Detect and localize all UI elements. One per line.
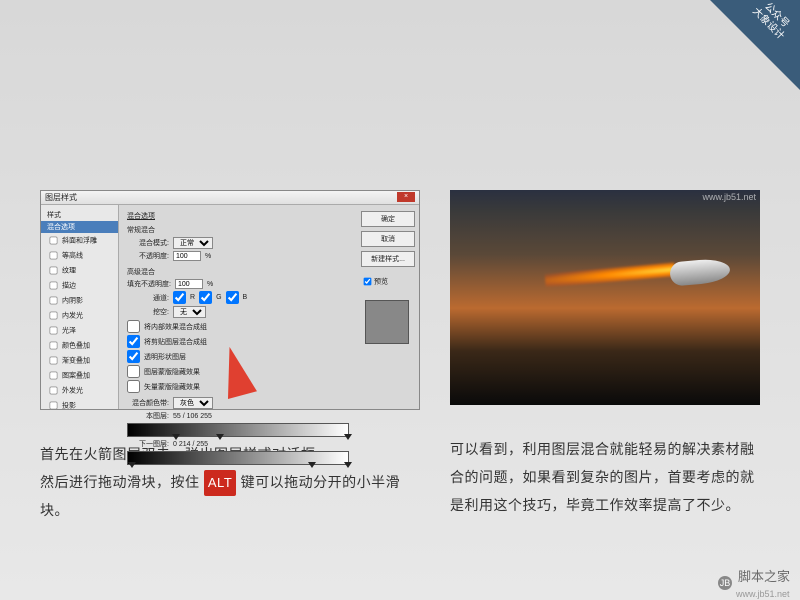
footer-url: www.jb51.net [736, 589, 790, 599]
cb1[interactable] [127, 320, 140, 333]
opacity-label: 不透明度: [127, 251, 169, 261]
section-general: 常规混合 [127, 225, 349, 235]
new-style-button[interactable]: 新建样式... [361, 251, 415, 267]
preview-swatch [365, 300, 409, 344]
cb5[interactable] [127, 380, 140, 393]
dialog-sidebar: 样式 混合选项 斜面和浮雕 等高线 纹理 描边 内阴影 内发光 光泽 颜色叠加 … [41, 205, 119, 409]
close-icon[interactable]: × [397, 192, 415, 202]
sidebar-item[interactable]: 等高线 [41, 248, 118, 263]
photo-watermark: www.jb51.net [702, 192, 756, 202]
sidebar-item[interactable]: 颜色叠加 [41, 338, 118, 353]
ok-button[interactable]: 确定 [361, 211, 415, 227]
this-layer-vals: 55 / 106 255 [173, 413, 212, 420]
sidebar-header: 样式 [41, 209, 118, 221]
sidebar-item[interactable]: 外发光 [41, 383, 118, 398]
fill-label: 填充不透明度: [127, 279, 171, 289]
footer-name: 脚本之家 [738, 569, 790, 584]
rocket-icon [669, 257, 731, 286]
blendif-label: 混合颜色带: [127, 398, 169, 408]
cancel-button[interactable]: 取消 [361, 231, 415, 247]
knockout-select[interactable]: 无 [173, 306, 206, 318]
footer-logo-icon: JB [718, 576, 732, 590]
opacity-input[interactable] [173, 251, 201, 261]
sidebar-item[interactable]: 描边 [41, 278, 118, 293]
right-caption: 可以看到，利用图层混合就能轻易的解决素材融合的问题，如果看到复杂的图片，首要考虑… [450, 435, 760, 519]
channel-b[interactable] [226, 291, 239, 304]
knockout-label: 挖空: [127, 307, 169, 317]
sidebar-item[interactable]: 渐变叠加 [41, 353, 118, 368]
sidebar-item[interactable]: 内发光 [41, 308, 118, 323]
result-photo: www.jb51.net [450, 190, 760, 405]
channels-label: 通道: [127, 293, 169, 303]
mode-select[interactable]: 正常 [173, 237, 213, 249]
dialog-title: 图层样式 [45, 192, 77, 203]
under-layer-slider[interactable] [127, 451, 349, 465]
footer: JB 脚本之家 www.jb51.net [718, 566, 790, 600]
under-layer-vals: 0 214 / 255 [173, 441, 208, 448]
channel-g[interactable] [199, 291, 212, 304]
this-layer-label: 本图层: [127, 411, 169, 421]
cb4[interactable] [127, 365, 140, 378]
sidebar-item[interactable]: 投影 [41, 398, 118, 413]
sidebar-item[interactable]: 纹理 [41, 263, 118, 278]
alt-key-badge: ALT [204, 470, 236, 496]
cb3[interactable] [127, 350, 140, 363]
this-layer-slider[interactable] [127, 423, 349, 437]
layer-style-dialog: 图层样式 × 样式 混合选项 斜面和浮雕 等高线 纹理 描边 内阴影 内发光 光… [40, 190, 420, 410]
sidebar-item[interactable]: 斜面和浮雕 [41, 233, 118, 248]
cb2[interactable] [127, 335, 140, 348]
preview-checkbox[interactable] [364, 278, 372, 286]
under-layer-label: 下一图层: [127, 439, 169, 449]
section-advanced: 高级混合 [127, 267, 349, 277]
sidebar-item[interactable]: 内阴影 [41, 293, 118, 308]
channel-r[interactable] [173, 291, 186, 304]
mode-label: 混合模式: [127, 238, 169, 248]
fill-input[interactable] [175, 279, 203, 289]
sidebar-item[interactable]: 光泽 [41, 323, 118, 338]
rocket-flame [545, 262, 676, 287]
sidebar-item-blend-options[interactable]: 混合选项 [41, 221, 118, 233]
blendif-select[interactable]: 灰色 [173, 397, 213, 409]
sidebar-item[interactable]: 图案叠加 [41, 368, 118, 383]
section-blend-options: 混合选项 [127, 211, 349, 221]
